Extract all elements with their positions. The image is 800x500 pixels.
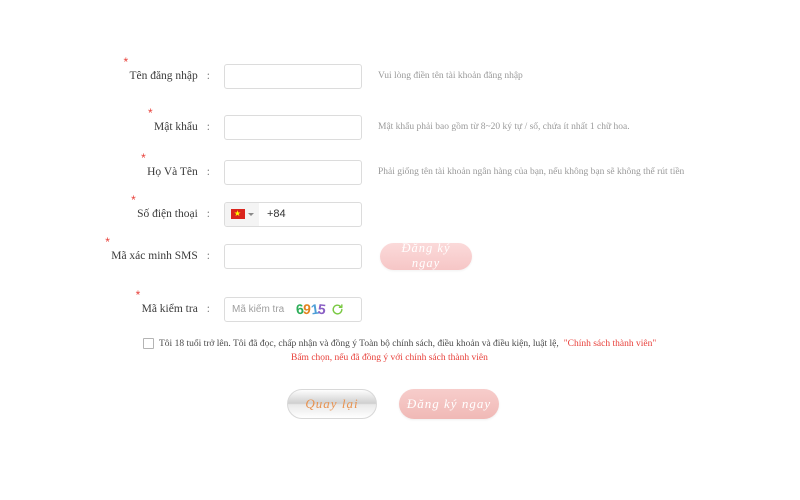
field-row-captcha: * Mã kiểm tra : 6915 xyxy=(0,288,800,326)
label-colon: : xyxy=(206,250,210,262)
terms-checkbox[interactable] xyxy=(143,338,154,349)
input-cell-password xyxy=(224,114,362,140)
label-phone: * Số điện thoại xyxy=(131,193,198,220)
fullname-input[interactable] xyxy=(224,159,362,185)
form-actions: Quay lại Đăng ký ngay xyxy=(287,389,499,419)
label-cell-username: * Tên đăng nhập : xyxy=(0,55,210,93)
required-asterisk-icon: * xyxy=(131,193,136,207)
input-cell-fullname xyxy=(224,159,362,185)
field-row-fullname: * Họ Và Tên : Phải giống tên tài khoản n… xyxy=(0,151,800,189)
label-cell-password: * Mật khẩu : xyxy=(0,106,210,144)
input-cell-sms-code: Đăng ký ngay xyxy=(224,241,472,270)
vietnam-flag-icon: ★ xyxy=(230,209,245,219)
field-row-phone: * Số điện thoại : ★ +84 xyxy=(0,193,800,231)
country-selector[interactable]: ★ xyxy=(225,202,259,226)
chevron-down-icon xyxy=(247,212,254,216)
hint-username: Vui lòng điền tên tài khoản đăng nhập xyxy=(378,71,523,81)
captcha-char: 5 xyxy=(316,300,327,318)
required-asterisk-icon: * xyxy=(105,235,110,249)
register-button[interactable]: Đăng ký ngay xyxy=(399,389,499,419)
terms-warning-message: Bấm chọn, nếu đã đồng ý với chính sách t… xyxy=(291,353,488,363)
terms-row: Tôi 18 tuổi trở lên. Tôi đã đọc, chấp nh… xyxy=(143,338,656,349)
label-colon: : xyxy=(206,166,210,178)
username-input[interactable] xyxy=(224,63,362,89)
hint-fullname: Phải giống tên tài khoản ngân hàng của b… xyxy=(378,167,685,177)
required-asterisk-icon: * xyxy=(123,55,129,69)
terms-text: Tôi 18 tuổi trở lên. Tôi đã đọc, chấp nh… xyxy=(159,338,559,349)
phone-input-group[interactable]: ★ +84 xyxy=(224,201,362,227)
label-colon: : xyxy=(206,70,210,82)
label-password: * Mật khẩu xyxy=(148,106,198,133)
member-policy-link[interactable]: "Chính sách thành viên" xyxy=(564,339,656,349)
hint-password: Mật khẩu phải bao gồm từ 8~20 ký tự / số… xyxy=(378,122,630,132)
captcha-input-group[interactable]: 6915 xyxy=(224,296,362,322)
label-cell-captcha: * Mã kiểm tra : xyxy=(0,288,210,326)
input-cell-phone: ★ +84 xyxy=(224,201,362,227)
password-input[interactable] xyxy=(224,114,362,140)
sms-code-input[interactable] xyxy=(224,243,362,269)
field-row-username: * Tên đăng nhập : Vui lòng điền tên tài … xyxy=(0,55,800,93)
input-cell-username xyxy=(224,63,362,89)
label-colon: : xyxy=(206,121,210,133)
label-colon: : xyxy=(206,303,210,315)
field-row-sms-code: * Mã xác minh SMS : Đăng ký ngay xyxy=(0,235,800,273)
required-asterisk-icon: * xyxy=(148,106,153,120)
label-colon: : xyxy=(206,208,210,220)
label-cell-fullname: * Họ Và Tên : xyxy=(0,151,210,189)
label-cell-phone: * Số điện thoại : xyxy=(0,193,210,231)
registration-form: * Tên đăng nhập : Vui lòng điền tên tài … xyxy=(0,0,800,500)
label-username: * Tên đăng nhập xyxy=(123,55,198,82)
captcha-image: 6915 xyxy=(295,300,327,318)
input-cell-captcha: 6915 xyxy=(224,296,362,322)
label-fullname: * Họ Và Tên xyxy=(141,151,198,178)
label-cell-sms-code: * Mã xác minh SMS : xyxy=(0,235,210,273)
back-button[interactable]: Quay lại xyxy=(287,389,377,419)
field-row-password: * Mật khẩu : Mật khẩu phải bao gồm từ 8~… xyxy=(0,106,800,144)
captcha-input[interactable] xyxy=(230,302,292,316)
refresh-icon[interactable] xyxy=(331,303,344,316)
label-sms-code: * Mã xác minh SMS xyxy=(105,235,198,262)
required-asterisk-icon: * xyxy=(141,151,146,165)
required-asterisk-icon: * xyxy=(135,288,141,302)
label-captcha: * Mã kiểm tra xyxy=(135,288,198,315)
send-sms-button[interactable]: Đăng ký ngay xyxy=(380,241,472,270)
dial-code: +84 xyxy=(267,208,286,220)
